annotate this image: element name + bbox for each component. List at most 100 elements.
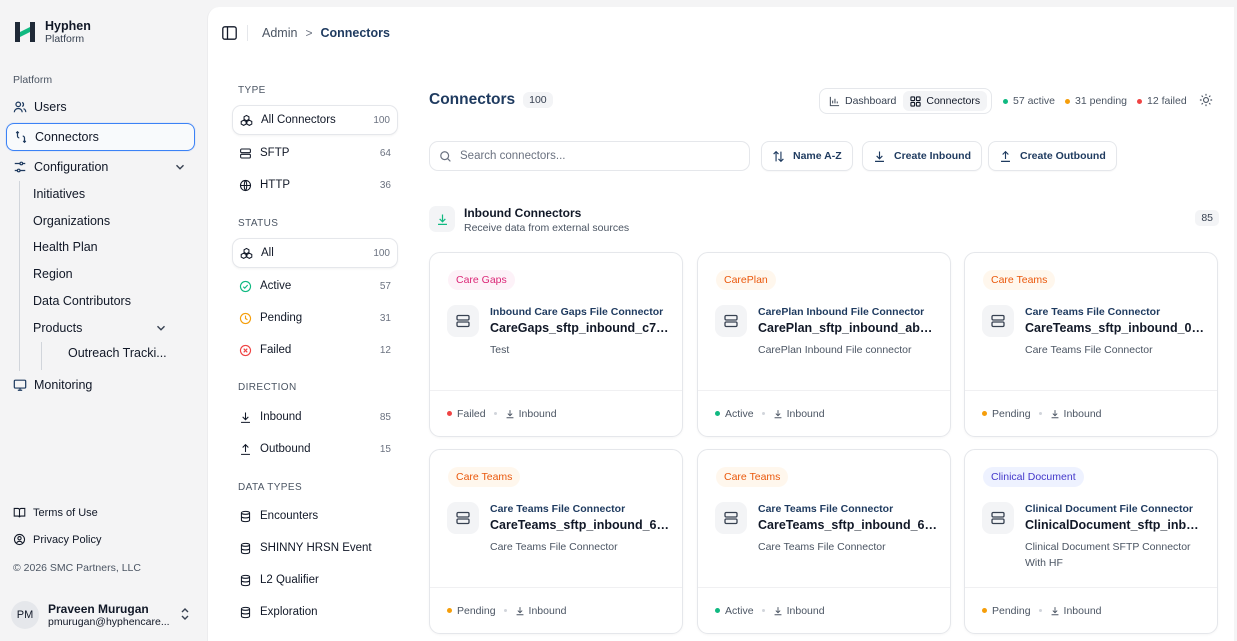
nav-sub-item-products[interactable]: Products [33, 318, 168, 338]
filter-datatype-encounters[interactable]: Encounters [232, 501, 398, 531]
status-dot-icon [447, 608, 452, 613]
view-label: Dashboard [845, 95, 897, 107]
status-text: Pending [992, 407, 1031, 420]
check-circle-icon [239, 280, 252, 292]
create-inbound-button[interactable]: Create Inbound [862, 141, 983, 171]
connector-card[interactable]: Clinical Document Clinical Document File… [964, 449, 1218, 634]
connector-card[interactable]: Care Teams Care Teams File Connector Car… [697, 449, 951, 634]
direction-text: Inbound [518, 407, 557, 420]
nav-item-configuration[interactable]: Configuration [6, 153, 195, 181]
status-dot-icon [982, 411, 987, 416]
sort-button[interactable]: Name A-Z [761, 141, 853, 171]
sun-icon[interactable] [1199, 93, 1213, 107]
terms-label: Terms of Use [33, 506, 98, 519]
filter-heading-status: STATUS [238, 218, 279, 229]
view-dashboard-button[interactable]: Dashboard [822, 91, 903, 111]
server-icon [982, 305, 1014, 337]
card-footer: Pending Inbound [965, 587, 1217, 633]
user-email: pmurugan@hyphencare... [48, 615, 170, 628]
connector-description: Clinical Document SFTP Connector With HF [1025, 541, 1191, 569]
panel-toggle-icon[interactable] [222, 26, 237, 40]
connector-description: Test [490, 344, 510, 356]
category-tag: Clinical Document [983, 467, 1084, 487]
connector-card[interactable]: CarePlan CarePlan Inbound File Connector… [697, 252, 951, 437]
chevrons-up-down-icon[interactable] [179, 607, 191, 621]
separator-dot [1038, 412, 1042, 415]
terms-of-use-link[interactable]: Terms of Use [13, 506, 98, 519]
app-sidebar: Hyphen Platform Platform Users Connector… [0, 0, 207, 641]
filter-label: HTTP [260, 179, 291, 191]
connector-id: ClinicalDocument_sftp_inbou... [1025, 518, 1205, 532]
connector-card[interactable]: Care Teams Care Teams File Connector Car… [964, 252, 1218, 437]
category-tag: Care Teams [448, 467, 521, 487]
status-indicator: Pending [447, 605, 496, 617]
search-input[interactable] [460, 150, 720, 162]
chevron-down-icon[interactable] [154, 321, 168, 335]
nav-item-label: Monitoring [34, 378, 93, 392]
connector-card[interactable]: Care Gaps Inbound Care Gaps File Connect… [429, 252, 683, 437]
nav-item-connectors[interactable]: Connectors [6, 123, 195, 151]
brand-name: Hyphen [45, 19, 91, 33]
connector-name: Inbound Care Gaps File Connector [490, 306, 664, 318]
filter-datatype-shinny-hrsn-event[interactable]: SHINNY HRSN Event [232, 533, 398, 563]
filter-label: All [261, 247, 274, 259]
sliders-icon [14, 161, 26, 173]
filter-label: Encounters [260, 510, 319, 522]
database-icon [240, 510, 251, 522]
filter-status-pending[interactable]: Pending 31 [232, 303, 398, 333]
filter-datatype-exploration[interactable]: Exploration [232, 597, 398, 627]
pending-dot-icon [1065, 98, 1071, 104]
filter-type-all[interactable]: All Connectors 100 [232, 105, 398, 135]
arrow-down-to-line-icon [241, 411, 250, 423]
connector-card[interactable]: Care Teams Care Teams File Connector Car… [429, 449, 683, 634]
filter-status-active[interactable]: Active 57 [232, 271, 398, 301]
brand[interactable]: Hyphen Platform [14, 19, 91, 45]
arrow-down-to-line-icon [506, 409, 514, 418]
create-outbound-button[interactable]: Create Outbound [988, 141, 1117, 171]
filter-count: 31 [379, 312, 391, 324]
create-outbound-label: Create Outbound [1020, 150, 1106, 162]
connector-description: Care Teams File Connector [1025, 344, 1153, 356]
breadcrumb-admin[interactable]: Admin [262, 26, 297, 40]
filter-direction-inbound[interactable]: Inbound 85 [232, 402, 398, 432]
filter-datatype-l2-qualifier[interactable]: L2 Qualifier [232, 565, 398, 595]
nav-sub-item-data-contributors[interactable]: Data Contributors [33, 291, 131, 311]
nav-item-monitoring[interactable]: Monitoring [6, 371, 195, 399]
download-icon [875, 150, 884, 162]
status-dot-icon [982, 608, 987, 613]
database-icon [240, 574, 251, 586]
nav-sub-item-health-plan[interactable]: Health Plan [33, 237, 98, 257]
privacy-label: Privacy Policy [33, 533, 102, 546]
status-text: Active [725, 407, 754, 420]
filter-label: L2 Qualifier [260, 574, 319, 586]
user-menu[interactable]: PM Praveen Murugan pmurugan@hyphencare..… [11, 599, 191, 631]
nav-sub-item-label: Products [33, 321, 83, 335]
x-circle-icon [239, 344, 252, 356]
chevron-down-icon[interactable] [173, 160, 187, 174]
view-connectors-button[interactable]: Connectors [903, 91, 988, 111]
filter-type-sftp[interactable]: SFTP 64 [232, 138, 398, 168]
filter-label: SHINNY HRSN Event [260, 542, 372, 554]
server-icon [982, 502, 1014, 534]
filter-direction-outbound[interactable]: Outbound 15 [232, 434, 398, 464]
breadcrumb: Admin > Connectors [262, 26, 390, 40]
database-icon [240, 542, 251, 554]
search-box[interactable] [429, 141, 750, 171]
nav-item-users[interactable]: Users [6, 93, 195, 121]
nav-sub-item-region[interactable]: Region [33, 264, 73, 284]
filter-status-all[interactable]: All 100 [232, 238, 398, 268]
avatar: PM [11, 601, 39, 629]
filter-label: Failed [260, 344, 292, 356]
view-label: Connectors [926, 95, 981, 107]
filter-type-http[interactable]: HTTP 36 [232, 170, 398, 200]
privacy-policy-link[interactable]: Privacy Policy [13, 533, 101, 546]
filter-status-failed[interactable]: Failed 12 [232, 335, 398, 365]
nav-sub-item-initiatives[interactable]: Initiatives [33, 184, 85, 204]
nav-sub-item-outreach-tracking[interactable]: Outreach Tracki... [68, 343, 167, 363]
direction-indicator: Inbound [505, 408, 557, 420]
grid-icon [910, 95, 922, 107]
arrow-down-to-line-icon [774, 606, 782, 615]
nav-sub-item-organizations[interactable]: Organizations [33, 211, 110, 231]
database-icon [240, 606, 251, 618]
copyright-text: © 2026 SMC Partners, LLC [13, 562, 141, 574]
